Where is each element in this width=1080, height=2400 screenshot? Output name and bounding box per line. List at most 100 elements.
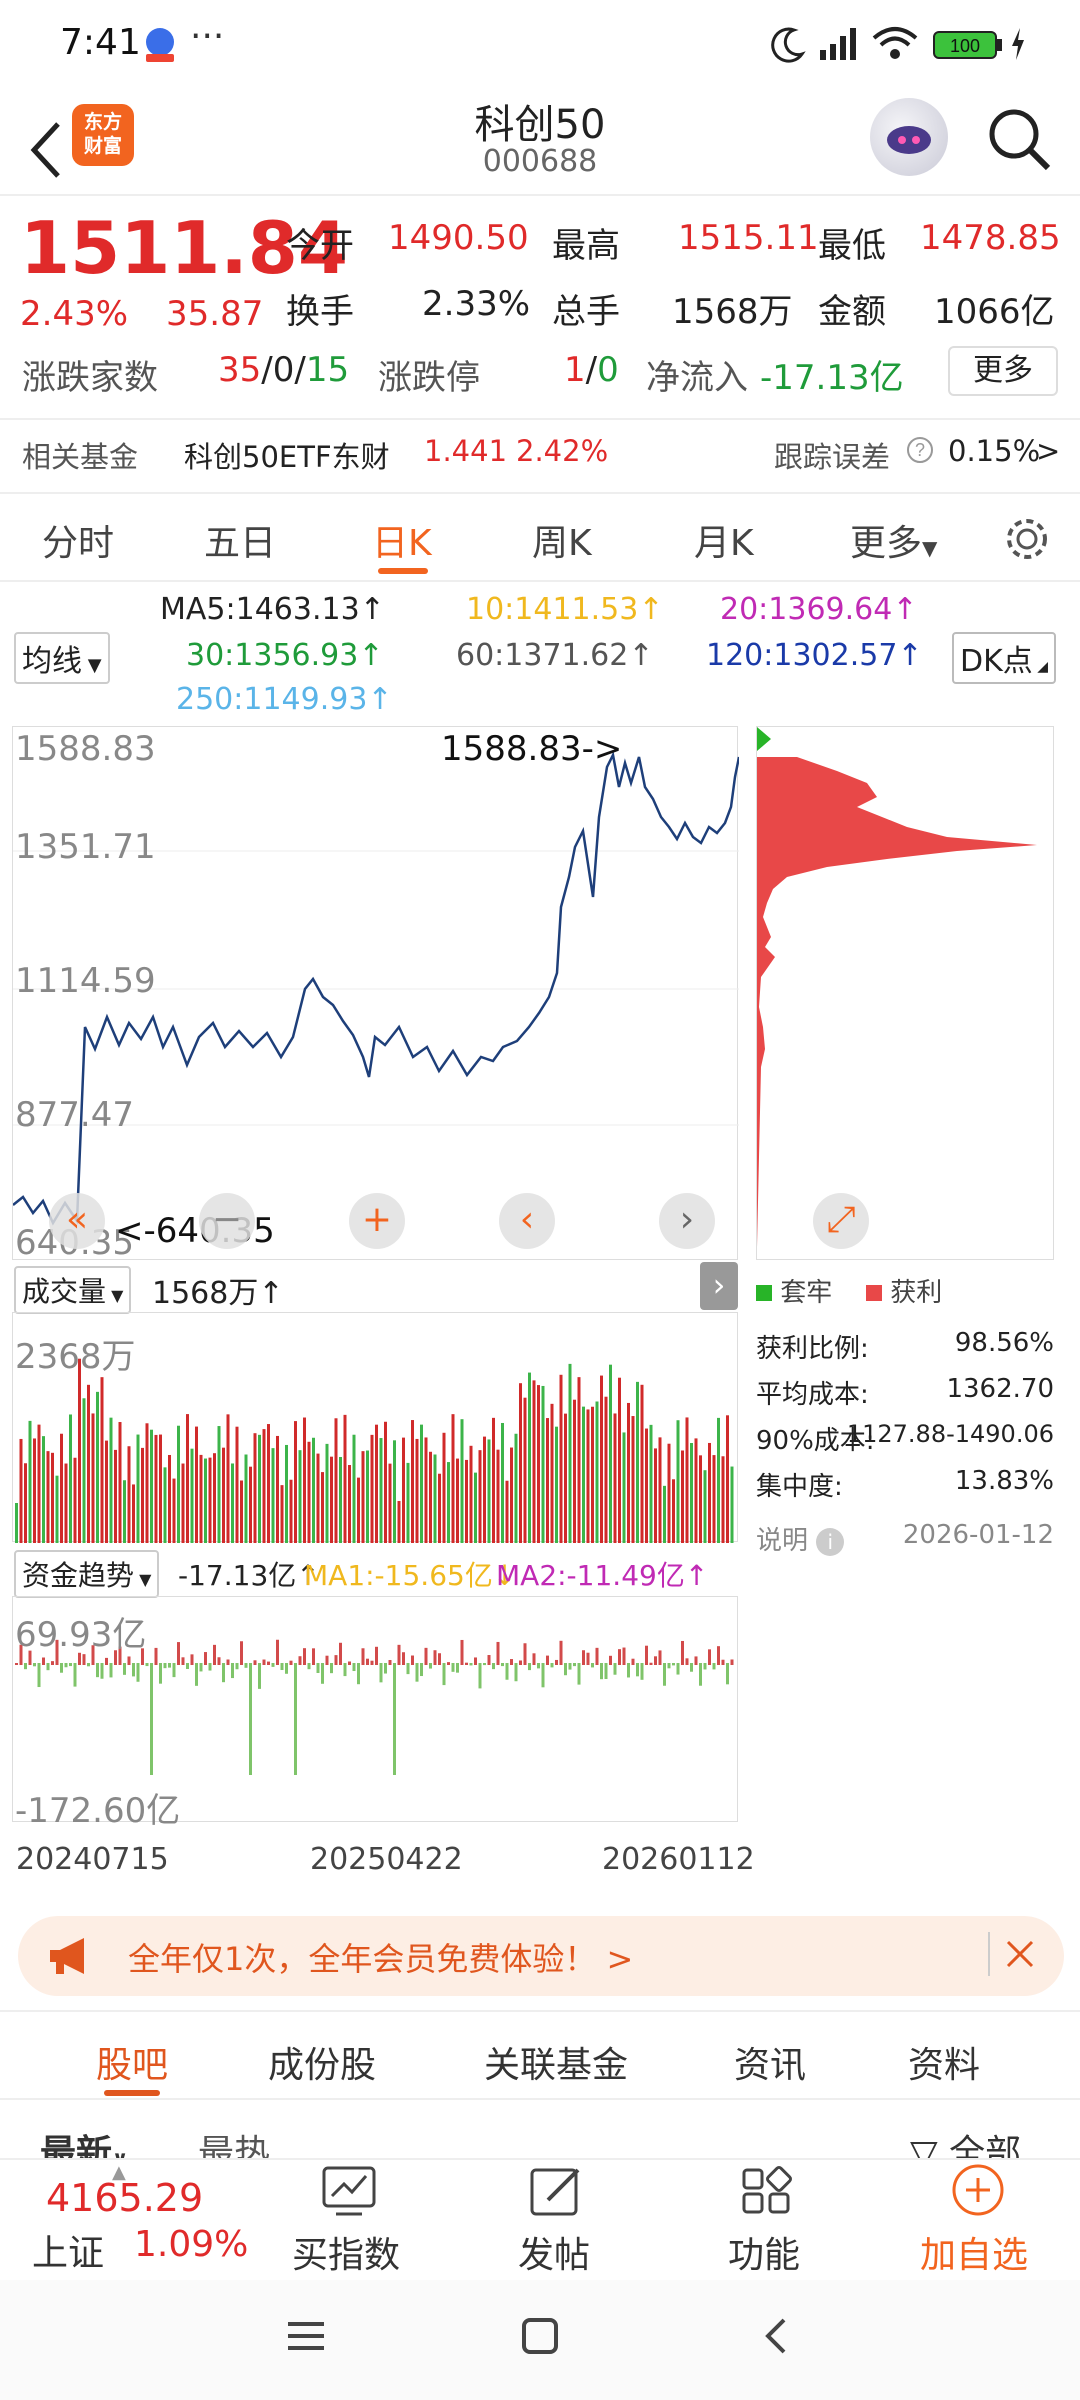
market-index-ticker[interactable]: ▲ 4165.29 上证 1.09% [0,2160,260,2280]
tab-related-funds[interactable]: 关联基金 [484,2036,628,2088]
netflow-label: 净流入 [646,358,748,398]
chevron-left-icon[interactable]: ‹ [499,1193,555,1249]
chart-period-tabs: 分时 五日 日K 周K 月K 更多▼ [0,492,1080,582]
fund-flow-chart[interactable]: 69.93亿 -172.60亿 [12,1596,738,1831]
promo-banner[interactable]: 全年仅1次，全年会员免费体验！ > [18,1916,1064,1996]
ma30-value: 30:1356.93↑ [186,638,384,673]
fund-flow-bar [348,1661,351,1665]
legend-trapped: 套牢 [756,1272,832,1309]
fund-flow-bar [712,1663,716,1670]
tab-five-day[interactable]: 五日 [204,514,276,566]
close-icon[interactable] [988,1932,1038,1976]
fund-flow-bar [667,1663,671,1669]
volume-bar [600,1375,603,1543]
chip-distribution-chart[interactable]: ⤢ [756,726,1054,1260]
fund-flow-bar [586,1652,590,1665]
help-icon[interactable]: ? [906,436,934,471]
volume-bar [33,1438,36,1543]
home-icon[interactable] [520,2316,560,2360]
panel-expand-arrow-icon[interactable]: › [700,1262,738,1310]
volume-bar [460,1419,464,1543]
volume-bar [649,1424,653,1543]
assistant-robot-icon[interactable] [870,98,948,176]
volume-bar [87,1384,90,1543]
fund-flow-bar [325,1655,329,1665]
volume-bar [253,1433,257,1543]
volume-chart[interactable]: 2368万 [12,1312,738,1543]
tab-monthly-k[interactable]: 月K [694,514,754,566]
max-price-marker: 1588.83-> [441,729,623,769]
fund-flow-max-label: 69.93亿 [15,1615,147,1655]
fund-flow-bar [451,1663,455,1672]
fund-flow-bar [658,1650,662,1665]
volume-bar [631,1416,635,1543]
quote-more-button[interactable]: 更多 [948,346,1058,396]
fund-flow-bar [717,1646,720,1665]
fund-flow-bar [271,1663,275,1667]
add-watchlist-button[interactable]: 加自选 [910,2160,1050,2280]
zoom-in-icon[interactable]: + [349,1193,405,1249]
volume-bar [316,1453,320,1543]
signal-icon [816,24,860,64]
tab-forum[interactable]: 股吧 [96,2036,168,2088]
fund-flow-bar [501,1663,504,1667]
menu-icon[interactable] [286,2316,326,2360]
tab-more[interactable]: 更多▼ [850,514,937,566]
volume-bar [325,1443,329,1543]
volume-selector[interactable]: 成交量 ▼ [14,1266,132,1314]
fund-flow-bar [618,1649,621,1665]
fund-flow-bar [60,1663,63,1673]
fund-flow-bar [649,1662,653,1665]
date-mid: 20250422 [310,1842,463,1877]
fund-flow-bar [379,1663,383,1683]
volume-value: 1568万↑ [152,1276,284,1311]
sort-latest[interactable]: 最新∨ [40,2124,128,2158]
volume-bar [348,1465,351,1543]
fund-flow-bar [564,1663,567,1676]
post-button[interactable]: 发帖 [498,2160,618,2280]
volume-bar [190,1448,194,1543]
k-line-chart[interactable]: 1588.83 1351.71 1114.59 877.47 640.35 15… [12,726,739,1263]
active-subtab-indicator [104,2090,160,2096]
tab-intraday[interactable]: 分时 [42,514,114,566]
limit-label: 涨跌停 [378,358,480,398]
filter-all[interactable]: ▽ 全部 [910,2124,1021,2158]
fund-flow-bar [478,1663,482,1689]
functions-button[interactable]: 功能 [708,2160,828,2280]
fund-flow-bar [420,1663,423,1677]
fund-flow-bar [496,1641,500,1665]
turnover-label: 换手 [286,292,354,332]
chip-stat-value: 98.56% [954,1328,1054,1358]
expand-icon[interactable]: ⤢ [813,1193,869,1249]
volume-bar [357,1477,360,1543]
fund-flow-bar [514,1663,518,1682]
volume-bar [289,1479,293,1543]
tab-news[interactable]: 资讯 [734,2036,806,2088]
buy-index-button[interactable]: 买指数 [280,2160,420,2280]
volume-bar [136,1434,140,1543]
fund-flow-bar [672,1663,675,1666]
tab-weekly-k[interactable]: 周K [532,514,592,566]
back-nav-icon[interactable] [756,2316,796,2360]
zoom-out-icon[interactable]: − [199,1193,255,1249]
volume-bar [456,1458,459,1543]
volume-bar [60,1433,63,1543]
rewind-double-chevron-icon[interactable]: « [49,1193,105,1249]
dk-point-button[interactable]: DK点 ◢ [952,632,1056,684]
tab-profile[interactable]: 资料 [908,2036,980,2088]
fund-flow-selector[interactable]: 资金趋势 ▼ [14,1550,160,1598]
settings-gear-icon[interactable] [1002,514,1052,568]
chip-note-link[interactable]: 说明 i [756,1520,845,1557]
sort-hot[interactable]: 最热 [198,2124,270,2158]
search-icon[interactable] [984,104,1056,176]
fund-flow-bar [546,1655,549,1665]
volume-bar [609,1364,612,1543]
change-amount: 35.87 [166,294,264,334]
chevron-right-icon[interactable]: › [659,1193,715,1249]
tab-daily-k[interactable]: 日K [372,514,432,566]
status-time: 7:41 [60,22,141,63]
tab-constituents[interactable]: 成份股 [268,2036,376,2088]
related-fund-row[interactable]: 相关基金 科创50ETF东财 1.441 2.42% 跟踪误差 ? 0.15% … [0,418,1080,488]
indicator-selector[interactable]: 均线 ▼ [14,632,110,684]
fund-flow-bar [366,1658,369,1665]
